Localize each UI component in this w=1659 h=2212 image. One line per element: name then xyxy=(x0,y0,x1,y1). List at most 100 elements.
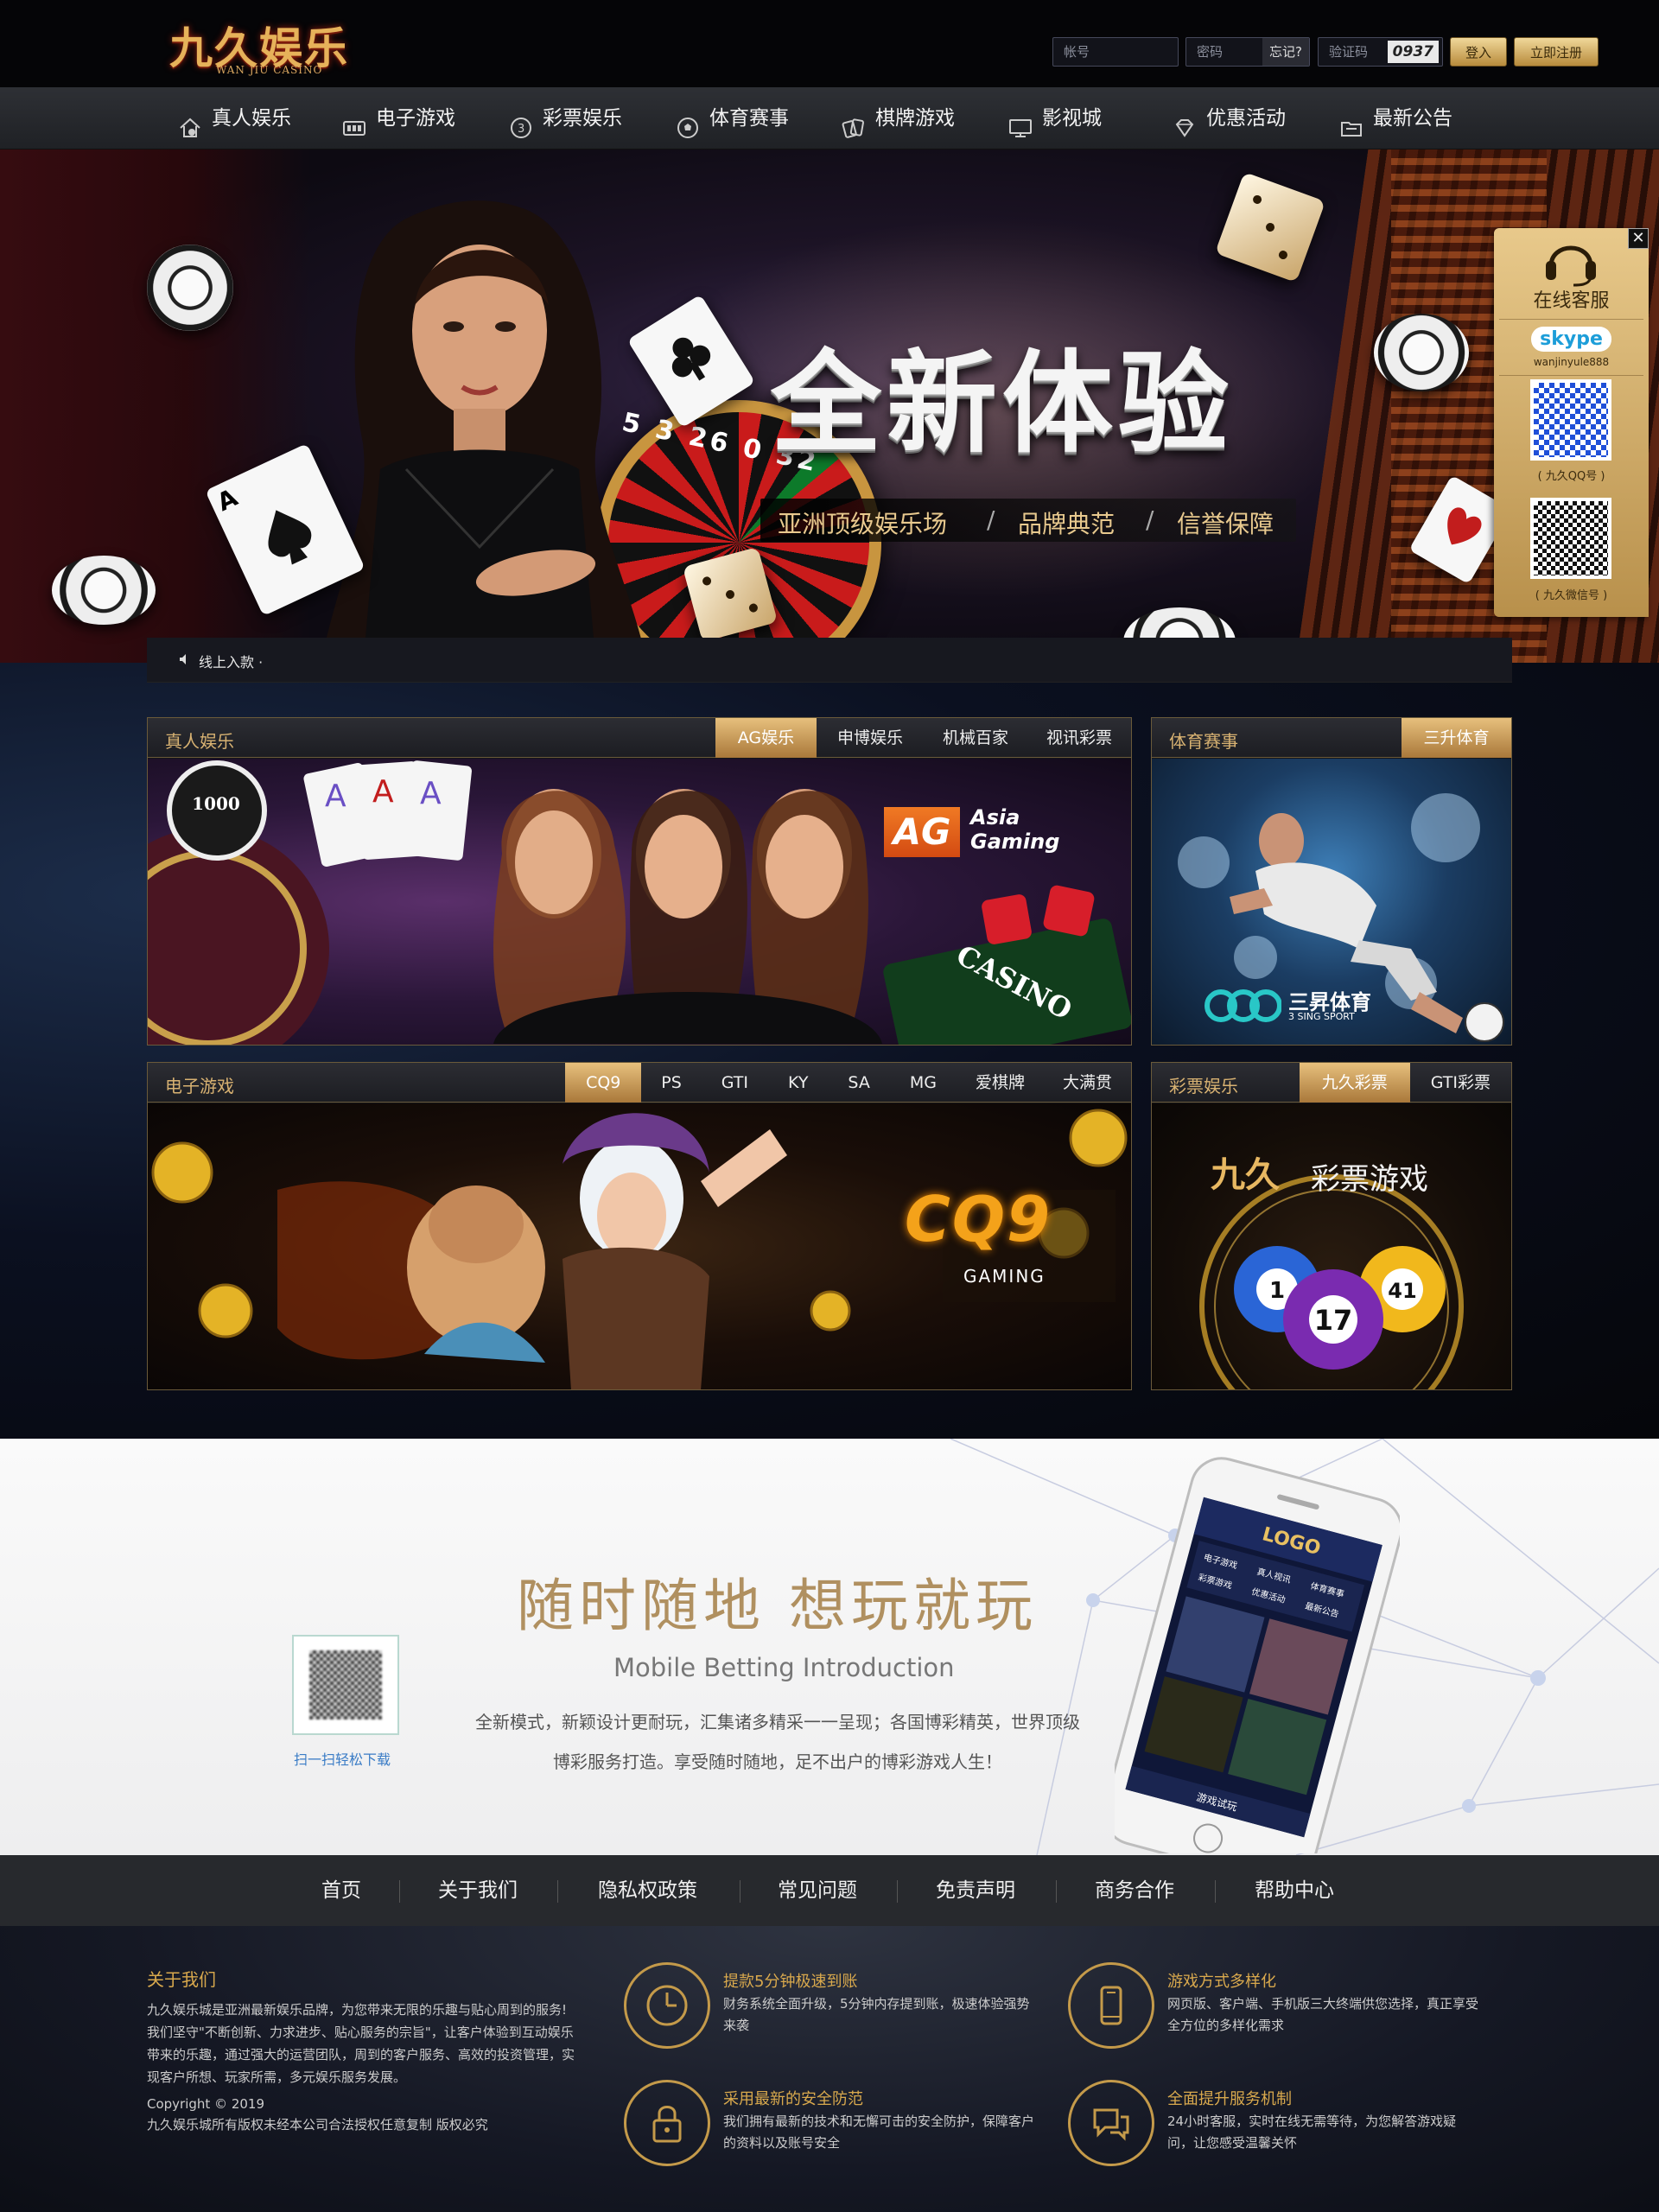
panel-header: 电子游戏 CQ9 PS GTI KY SA MG 爱棋牌 大满贯 xyxy=(148,1063,1131,1103)
tab-cq9[interactable]: CQ9 xyxy=(565,1063,642,1103)
panel-header: 真人娱乐 AG娱乐 申博娱乐 机械百家 视讯彩票 xyxy=(148,718,1131,758)
panel-lottery: 彩票娱乐 九久彩票 GTI彩票 1 17 41 九久 彩票游戏 xyxy=(1151,1062,1512,1390)
network-background xyxy=(950,1439,1659,1855)
cards-icon xyxy=(841,104,867,138)
mobile-description-line: 全新模式，新颖设计更耐玩，汇集诸多精采一一呈现；各国博彩精英，世界顶级 xyxy=(475,1712,1080,1732)
nav-item-sports[interactable]: 体育赛事 xyxy=(675,87,789,149)
skype-link[interactable]: skype xyxy=(1494,327,1649,352)
tab-video-lottery[interactable]: 视讯彩票 xyxy=(1027,718,1131,758)
nav-item-promotions[interactable]: 优惠活动 xyxy=(1172,87,1286,149)
cq9-logo: CQ9 xyxy=(905,1183,1052,1255)
password-placeholder: 密码 xyxy=(1197,44,1224,60)
nav-item-slots[interactable]: 电子游戏 xyxy=(341,87,455,149)
feature-fast-withdrawal: 提款5分钟极速到账 财务系统全面升级，5分钟内存提到账，极速体验强势来袭 xyxy=(624,1962,1039,2057)
live-casino-image[interactable]: A A A 1000 AG Asia Gaming CASINO xyxy=(148,759,1131,1045)
chat-bubbles-icon xyxy=(1068,2080,1154,2166)
svg-text:A: A xyxy=(372,774,394,810)
banner-headline: 全新体验 xyxy=(771,340,1235,468)
nav-item-lottery[interactable]: 3 彩票娱乐 xyxy=(508,87,622,149)
download-qr-code[interactable] xyxy=(292,1635,399,1735)
nav-label: 最新公告 xyxy=(1373,107,1452,130)
nav-item-live[interactable]: 真人娱乐 xyxy=(177,87,291,149)
notice-text[interactable]: 线上入款 · xyxy=(199,651,263,671)
top-bar: 九久娱乐 WAN JIU CASINO 帐号 密码 忘记? 验证码 0937 登… xyxy=(0,0,1659,87)
tab-grand-slam[interactable]: 大满贯 xyxy=(1044,1063,1131,1103)
feature-desc: 我们拥有最新的技术和无懈可击的安全防护，保障客户的资料以及账号安全 xyxy=(723,2113,1035,2151)
panel-tabs: 三升体育 xyxy=(1402,718,1511,758)
ag-brand-line2: Gaming xyxy=(970,830,1060,854)
tagline-item: 品牌典范 xyxy=(1018,510,1116,538)
hero-banner[interactable]: 5 3 26 0 32 A 全新体验 亚洲顶级娱乐场 / 品牌典范 / 信誉保障 xyxy=(0,149,1659,663)
speaker-icon xyxy=(180,654,186,664)
svg-text:A: A xyxy=(420,776,442,811)
tab-machine-baccarat[interactable]: 机械百家 xyxy=(924,718,1027,758)
3sing-logo-icon xyxy=(1205,989,1281,1022)
sports-image[interactable]: 三昇体育 3 SING SPORT xyxy=(1152,759,1511,1045)
tab-ps[interactable]: PS xyxy=(641,1063,702,1103)
mobile-description: 全新模式，新颖设计更耐玩，汇集诸多精采一一呈现；各国博彩精英，世界顶级 博彩服务… xyxy=(432,1702,1123,1782)
footer-link-help[interactable]: 帮助中心 xyxy=(1255,1855,1334,1926)
tab-ky[interactable]: KY xyxy=(768,1063,828,1103)
feature-service: 全面提升服务机制 24小时客服，实时在线无需等待，为您解答游戏疑问，让您感受温馨… xyxy=(1068,2080,1483,2175)
footer-link-disclaimer[interactable]: 免责声明 xyxy=(936,1855,1015,1926)
register-button[interactable]: 立即注册 xyxy=(1514,37,1599,67)
monitor-icon xyxy=(1007,104,1033,137)
footer-link-privacy[interactable]: 隐私权政策 xyxy=(598,1855,697,1926)
footer-link-home[interactable]: 首页 xyxy=(321,1855,361,1926)
panel-tabs: CQ9 PS GTI KY SA MG 爱棋牌 大满贯 xyxy=(565,1063,1131,1103)
skype-id: wanjinyule888 xyxy=(1533,356,1610,368)
tab-sunbet[interactable]: 申博娱乐 xyxy=(817,718,924,758)
padlock-icon xyxy=(624,2080,710,2166)
banner-model-image xyxy=(321,200,647,663)
mobile-phone-icon xyxy=(1068,1962,1154,2049)
house-icon xyxy=(177,104,203,137)
forgot-password-link[interactable]: 忘记? xyxy=(1262,38,1309,66)
account-input[interactable]: 帐号 xyxy=(1052,37,1179,67)
mobile-subtitle: Mobile Betting Introduction xyxy=(613,1653,955,1682)
slots-image[interactable]: CQ9 GAMING xyxy=(148,1103,1131,1389)
lottery-ball-17: 17 xyxy=(1314,1304,1353,1337)
tab-jiujiu-lottery[interactable]: 九久彩票 xyxy=(1299,1063,1410,1103)
panel-live-casino: 真人娱乐 AG娱乐 申博娱乐 机械百家 视讯彩票 A A A 1000 AG A… xyxy=(147,717,1132,1046)
cq9-gaming-text: GAMING xyxy=(963,1266,1046,1287)
tagline-item: 亚洲顶级娱乐场 xyxy=(778,510,948,538)
tab-sa[interactable]: SA xyxy=(828,1063,889,1103)
tab-gti[interactable]: GTI xyxy=(702,1063,768,1103)
site-logo[interactable]: 九久娱乐 WAN JIU CASINO xyxy=(164,12,363,79)
nav-item-announcements[interactable]: 最新公告 xyxy=(1338,87,1452,149)
close-icon[interactable]: ✕ xyxy=(1628,228,1649,249)
nav-item-movies[interactable]: 影视城 xyxy=(1007,87,1102,149)
nav-label: 优惠活动 xyxy=(1206,107,1286,130)
footer-link-faq[interactable]: 常见问题 xyxy=(778,1855,857,1926)
feature-title: 提款5分钟极速到账 xyxy=(723,1973,858,1991)
lottery-game-title: 彩票游戏 xyxy=(1311,1162,1428,1197)
footer-nav: 首页 关于我们 隐私权政策 常见问题 免责声明 商务合作 帮助中心 xyxy=(0,1855,1659,1926)
footer-link-business[interactable]: 商务合作 xyxy=(1095,1855,1174,1926)
svg-text:A: A xyxy=(213,483,242,517)
tagline-separator: / xyxy=(1146,505,1154,534)
main-nav: 真人娱乐 电子游戏 3 彩票娱乐 体育赛事 棋牌游戏 影视城 优惠活动 最新公告 xyxy=(0,87,1659,149)
tab-mg[interactable]: MG xyxy=(890,1063,957,1103)
feature-security: 采用最新的安全防范 我们拥有最新的技术和无懈可击的安全防护，保障客户的资料以及账… xyxy=(624,2080,1039,2175)
tab-ag[interactable]: AG娱乐 xyxy=(715,718,817,758)
lottery-image[interactable]: 1 17 41 九久 彩票游戏 xyxy=(1152,1103,1511,1389)
live-casino-artwork: A A A xyxy=(148,760,1131,1045)
slot-machine-icon xyxy=(341,104,367,136)
captcha-image[interactable]: 0937 xyxy=(1387,41,1439,63)
chip-value: 1000 xyxy=(192,793,240,814)
svg-text:3: 3 xyxy=(518,123,524,136)
feature-title: 全面提升服务机制 xyxy=(1167,2090,1292,2108)
tab-ai-chess[interactable]: 爱棋牌 xyxy=(957,1063,1044,1103)
password-input[interactable]: 密码 忘记? xyxy=(1185,37,1310,67)
nav-item-cards[interactable]: 棋牌游戏 xyxy=(841,87,955,149)
qr-download-caption[interactable]: 扫一扫轻松下载 xyxy=(294,1748,391,1769)
wechat-qr-code xyxy=(1530,498,1611,579)
tab-gti-lottery[interactable]: GTI彩票 xyxy=(1410,1063,1511,1103)
online-service-link[interactable]: 在线客服 xyxy=(1494,285,1649,313)
feature-title: 游戏方式多样化 xyxy=(1167,1973,1276,1991)
tab-3sing-sports[interactable]: 三升体育 xyxy=(1402,718,1511,758)
svg-text:A: A xyxy=(325,779,346,814)
footer-link-about[interactable]: 关于我们 xyxy=(438,1855,518,1926)
login-button[interactable]: 登入 xyxy=(1450,37,1507,67)
captcha-input[interactable]: 验证码 0937 xyxy=(1318,37,1443,67)
